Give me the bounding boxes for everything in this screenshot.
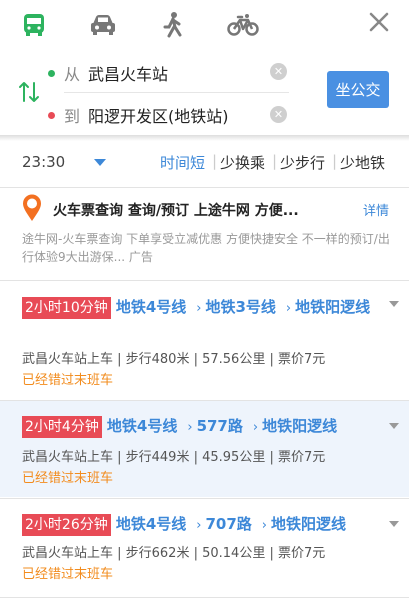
- destination-value[interactable]: 阳逻开发区(地铁站): [88, 103, 229, 127]
- close-icon: [369, 12, 389, 32]
- route-duration: 2小时26分钟: [22, 514, 111, 536]
- ad-description: 途牛网-火车票查询 下单享受立减优惠 方便快捷安全 不一样的预订/出行体验9大出…: [22, 232, 390, 264]
- time-dropdown-icon[interactable]: [94, 159, 106, 166]
- route-duration: 2小时4分钟: [22, 416, 102, 438]
- clear-icon: ✕: [273, 108, 284, 121]
- route-info: 武昌火车站上车 | 步行662米 | 50.14公里 | 票价7元: [22, 546, 326, 561]
- route-status: 已经错过末班车: [22, 471, 114, 486]
- departure-time[interactable]: 23:30: [22, 153, 65, 171]
- car-mode-tab[interactable]: [86, 8, 120, 42]
- swap-button[interactable]: [18, 80, 40, 108]
- route-line: 地铁阳逻线: [295, 298, 371, 316]
- filter-bar: 23:30 时间短 | 少换乘 | 少步行 | 少地铁: [0, 145, 409, 181]
- route-info: 武昌火车站上车 | 步行449米 | 45.95公里 | 票价7元: [22, 450, 326, 465]
- divider: [0, 597, 409, 598]
- bike-mode-tab[interactable]: [226, 8, 260, 42]
- route-line: 地铁阳逻线: [270, 515, 346, 533]
- route-arrow-icon: ›: [196, 518, 202, 533]
- route-summary: 2小时10分钟 地铁4号线 › 地铁3号线 › 地铁阳逻线: [22, 293, 382, 323]
- route-option[interactable]: 2小时10分钟 地铁4号线 › 地铁3号线 › 地铁阳逻线 武昌火车站上车 | 步行48…: [0, 281, 409, 397]
- route-arrow-icon: ›: [187, 420, 193, 435]
- close-button[interactable]: [365, 8, 393, 36]
- origin-value[interactable]: 武昌火车站: [88, 61, 168, 85]
- destination-dot-icon: [48, 111, 55, 119]
- route-arrow-icon: ›: [285, 301, 292, 316]
- bicycle-icon: [227, 14, 259, 36]
- route-line: 地铁4号线: [115, 515, 187, 533]
- sort-separator: |: [332, 152, 338, 170]
- sort-option-fewer-transfers[interactable]: 少换乘: [220, 152, 265, 173]
- car-icon: [91, 15, 115, 35]
- route-line: 地铁3号线: [205, 298, 276, 316]
- route-line: 地铁阳逻线: [262, 417, 338, 435]
- ad-card[interactable]: 火车票查询 查询/预订 上途牛网 方便... 详情 途牛网-火车票查询 下单享受…: [0, 188, 409, 270]
- sort-option-less-subway[interactable]: 少地铁: [340, 152, 385, 173]
- walking-person-icon: [163, 12, 182, 38]
- destination-prefix: 到: [64, 107, 81, 126]
- bus-icon: [24, 14, 44, 36]
- field-divider: [64, 92, 289, 93]
- route-info: 武昌火车站上车 | 步行480米 | 57.56公里 | 票价7元: [22, 352, 326, 367]
- ad-title[interactable]: 火车票查询 查询/预订 上途牛网 方便...: [53, 200, 299, 220]
- bus-mode-tab[interactable]: [17, 8, 51, 42]
- search-transit-button[interactable]: 坐公交: [327, 71, 389, 108]
- route-option[interactable]: 2小时4分钟 地铁4号线 › 577路 › 地铁阳逻线 武昌火车站上车 | 步行449米…: [0, 401, 409, 497]
- origin-dot-icon: [48, 69, 55, 77]
- expand-icon[interactable]: [389, 521, 399, 527]
- destination-field[interactable]: 到 阳逻开发区(地铁站): [48, 97, 288, 133]
- route-line: 地铁4号线: [106, 417, 178, 435]
- sort-separator: |: [212, 152, 218, 170]
- route-arrow-icon: ›: [252, 420, 259, 435]
- ad-details-link[interactable]: 详情: [363, 200, 389, 219]
- route-line: 地铁4号线: [115, 298, 187, 316]
- origin-field[interactable]: 从 武昌火车站: [48, 55, 288, 91]
- sort-separator: |: [272, 152, 278, 170]
- expand-icon[interactable]: [389, 423, 399, 429]
- clear-destination-button[interactable]: ✕: [270, 106, 287, 123]
- route-summary: 2小时26分钟 地铁4号线 › 707路 › 地铁阳逻线: [22, 513, 346, 536]
- origin-prefix: 从: [64, 65, 81, 84]
- walk-mode-tab[interactable]: [156, 8, 190, 42]
- transport-mode-bar: [0, 0, 409, 50]
- swap-arrows-icon: [19, 82, 39, 102]
- header-shadow: [0, 135, 409, 141]
- route-line: 707路: [205, 515, 252, 533]
- sort-option-fastest[interactable]: 时间短: [160, 152, 205, 173]
- route-arrow-icon: ›: [261, 518, 267, 533]
- clear-origin-button[interactable]: ✕: [270, 63, 287, 80]
- route-line: 577路: [196, 417, 243, 435]
- new-badge-pin-icon: [23, 194, 41, 221]
- route-status: 已经错过末班车: [22, 373, 114, 388]
- route-summary: 2小时4分钟 地铁4号线 › 577路 › 地铁阳逻线: [22, 415, 337, 438]
- route-duration: 2小时10分钟: [22, 297, 111, 319]
- route-arrow-icon: ›: [196, 301, 202, 316]
- clear-icon: ✕: [273, 65, 284, 78]
- route-status: 已经错过末班车: [22, 567, 114, 582]
- expand-icon[interactable]: [389, 301, 399, 307]
- route-option[interactable]: 2小时26分钟 地铁4号线 › 707路 › 地铁阳逻线 武昌火车站上车 | 步行662…: [0, 499, 409, 599]
- sort-option-less-walking[interactable]: 少步行: [280, 152, 325, 173]
